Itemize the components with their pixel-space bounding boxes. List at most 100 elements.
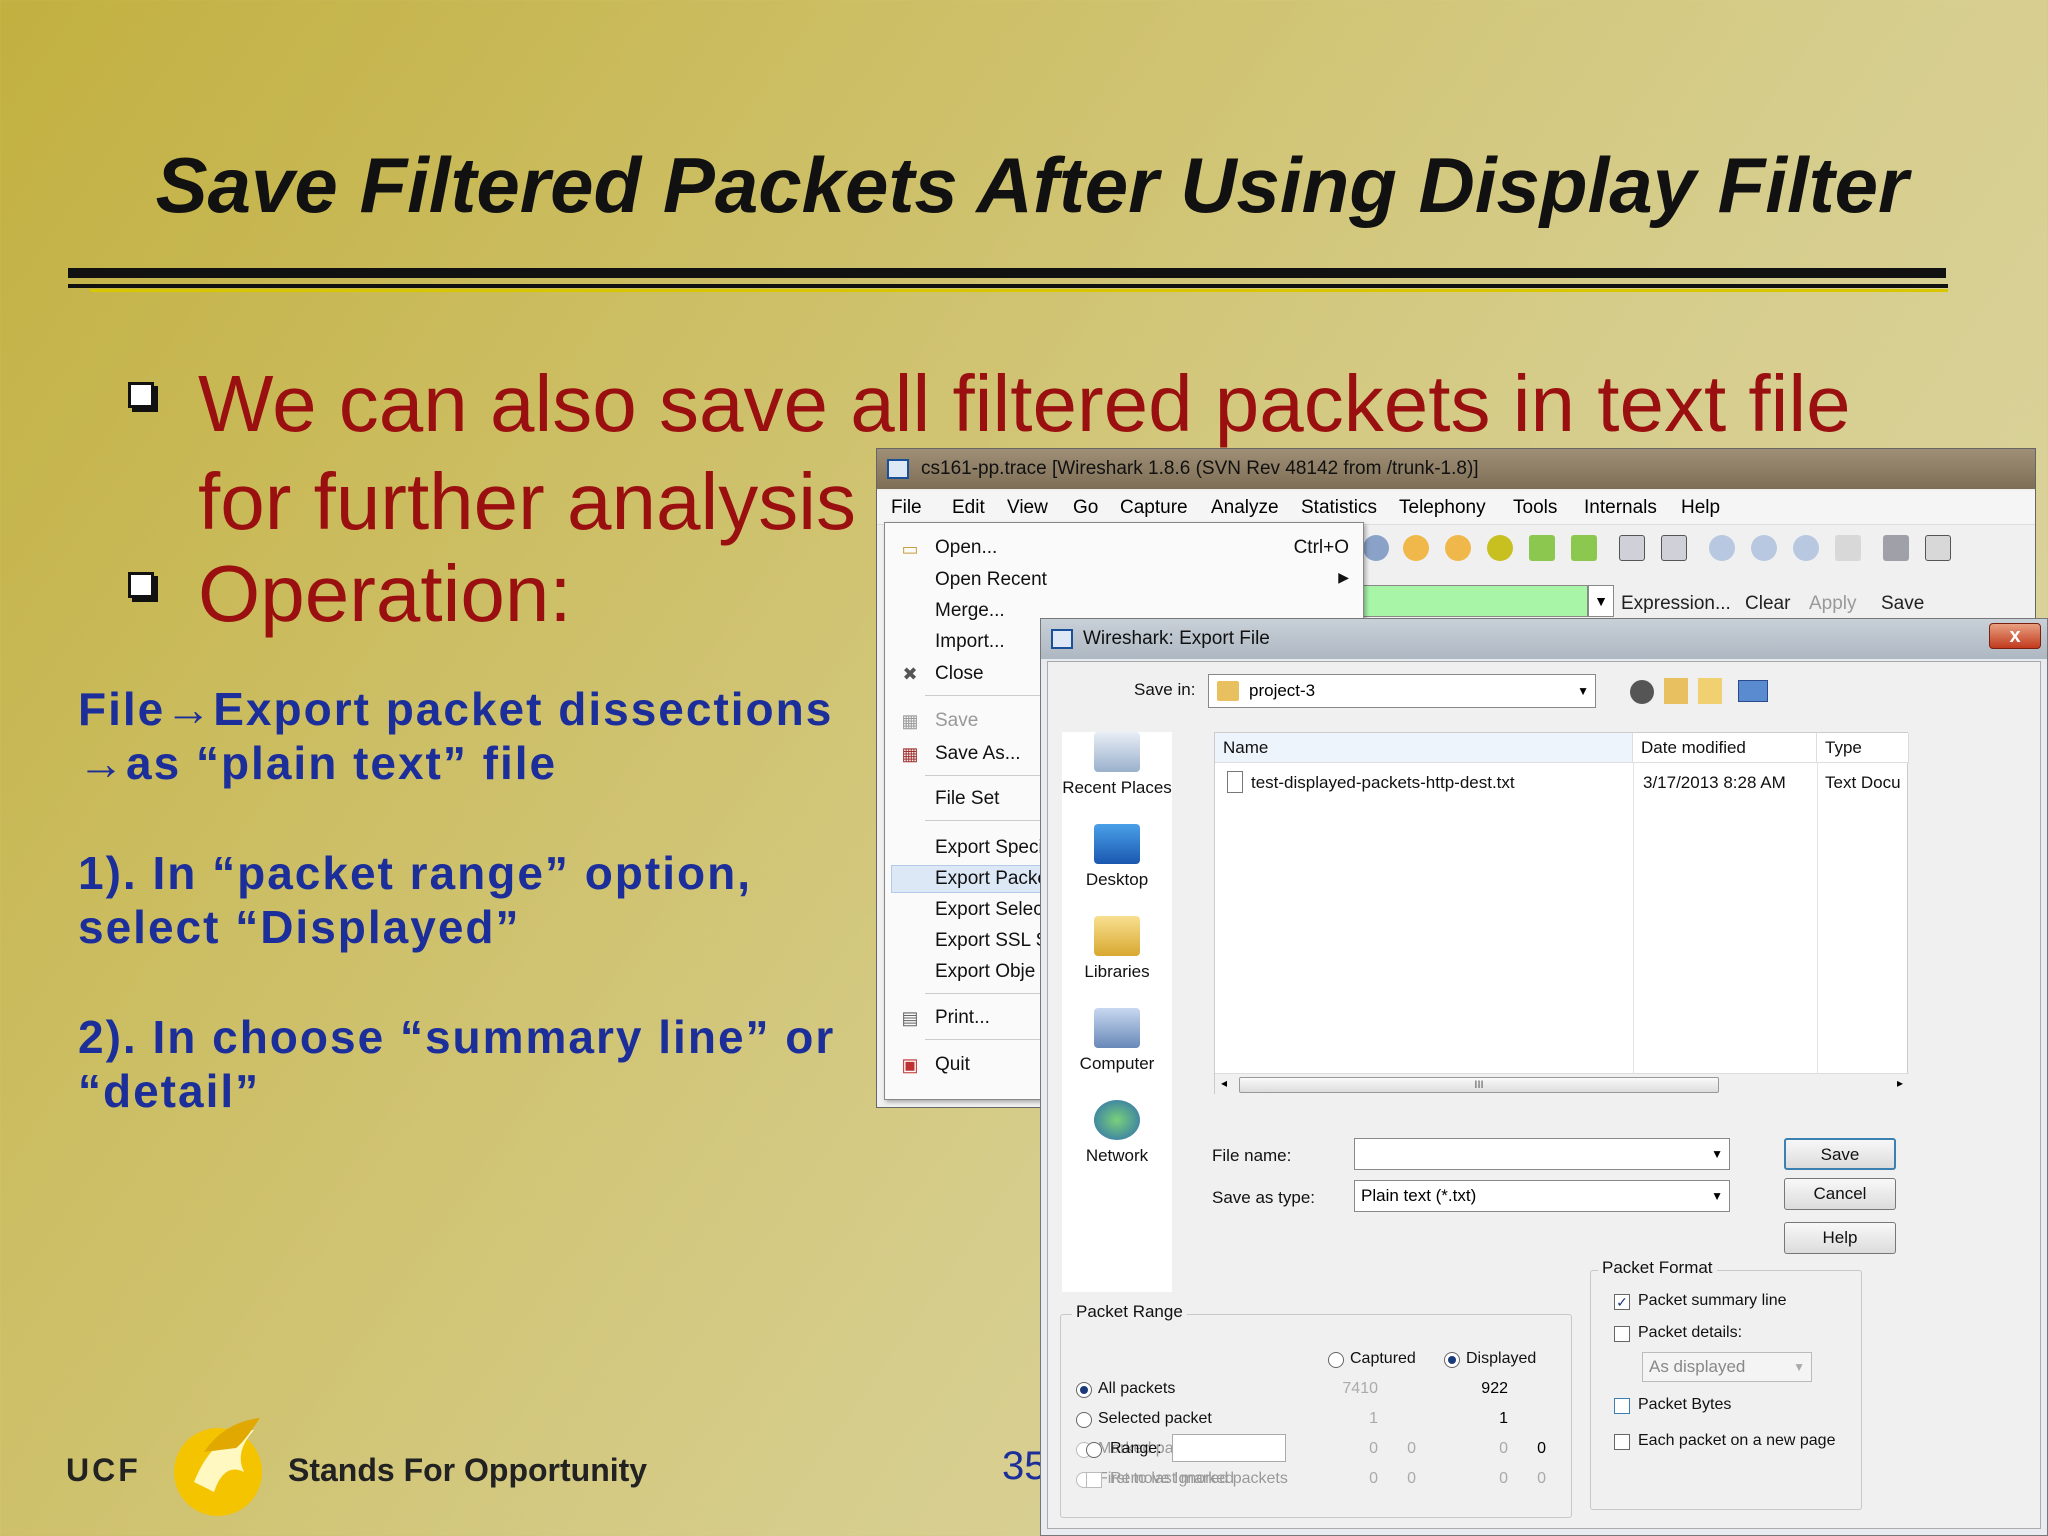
- displayed-count: 0: [1499, 1440, 1508, 1457]
- place-libraries[interactable]: Libraries: [1062, 916, 1172, 982]
- menu-item-close[interactable]: Close: [935, 663, 984, 685]
- range-label: Range:: [1110, 1440, 1162, 1457]
- packet-details-checkbox[interactable]: [1614, 1326, 1630, 1342]
- place-network[interactable]: Network: [1062, 1100, 1172, 1166]
- bullet-1-line-2: for further analysis: [198, 457, 857, 546]
- packet-range-title: Packet Range: [1072, 1302, 1187, 1322]
- packet-format-title: Packet Format: [1598, 1258, 1717, 1278]
- step-text: File→Export packet dissections: [78, 683, 834, 735]
- find-icon[interactable]: [1363, 535, 1389, 561]
- back-icon[interactable]: [1630, 680, 1654, 704]
- chevron-down-icon: ▼: [1577, 684, 1589, 698]
- range-input[interactable]: [1172, 1434, 1286, 1462]
- menu-item-save-as[interactable]: Save As...: [935, 743, 1021, 765]
- packet-details-select[interactable]: As displayed ▼: [1642, 1352, 1812, 1382]
- clear-link[interactable]: Clear: [1745, 593, 1790, 615]
- go-to-icon[interactable]: [1487, 535, 1513, 561]
- scroll-thumb[interactable]: III: [1239, 1077, 1719, 1093]
- packet-bytes-checkbox[interactable]: [1614, 1398, 1630, 1414]
- zoom-normal-icon[interactable]: [1793, 535, 1819, 561]
- displayed-count: 0: [1537, 1470, 1546, 1487]
- close-button[interactable]: x: [1989, 623, 2041, 649]
- forward-icon[interactable]: [1445, 535, 1471, 561]
- up-folder-icon[interactable]: [1664, 678, 1688, 704]
- save-in-select[interactable]: project-3 ▼: [1208, 674, 1596, 708]
- file-row-name[interactable]: test-displayed-packets-http-dest.txt: [1251, 773, 1515, 793]
- menu-capture[interactable]: Capture: [1120, 497, 1188, 519]
- new-folder-icon[interactable]: [1698, 678, 1722, 704]
- menu-item-export-selected[interactable]: Export Selec: [935, 899, 1043, 921]
- menu-item-export-packet-dissections[interactable]: Export Packe: [935, 868, 1048, 890]
- each-packet-new-page-checkbox[interactable]: [1614, 1434, 1630, 1450]
- capture-filters-icon[interactable]: [1883, 535, 1909, 561]
- scroll-left-icon[interactable]: ◂: [1221, 1076, 1227, 1090]
- folder-icon: [1217, 681, 1239, 701]
- range-radio[interactable]: [1086, 1442, 1102, 1458]
- save-as-type-select[interactable]: Plain text (*.txt) ▼: [1354, 1180, 1730, 1212]
- expression-link[interactable]: Expression...: [1621, 593, 1731, 615]
- menu-item-open[interactable]: Open...: [935, 537, 997, 559]
- menu-item-quit[interactable]: Quit: [935, 1054, 970, 1076]
- menu-item-save[interactable]: Save: [935, 710, 978, 732]
- bullet-square-icon: [128, 572, 154, 598]
- display-filters-icon[interactable]: [1925, 535, 1951, 561]
- menu-item-export-ssl[interactable]: Export SSL S: [935, 930, 1048, 952]
- zoom-out-icon[interactable]: [1751, 535, 1777, 561]
- column-header-type[interactable]: Type: [1817, 733, 1909, 763]
- save-filter-link[interactable]: Save: [1881, 593, 1924, 615]
- packet-summary-line-checkbox[interactable]: ✓: [1614, 1294, 1630, 1310]
- menu-go[interactable]: Go: [1073, 497, 1098, 519]
- column-header-name[interactable]: Name: [1215, 733, 1633, 763]
- menu-help[interactable]: Help: [1681, 497, 1720, 519]
- menu-item-export-specified[interactable]: Export Speci: [935, 837, 1043, 859]
- last-packet-icon[interactable]: [1571, 535, 1597, 561]
- menu-telephony[interactable]: Telephony: [1399, 497, 1486, 519]
- place-recent-places[interactable]: Recent Places: [1062, 732, 1172, 798]
- menu-tools[interactable]: Tools: [1513, 497, 1557, 519]
- packet-details-label: Packet details:: [1638, 1324, 1743, 1341]
- remove-ignored-label: Remove Ignored packets: [1110, 1470, 1288, 1487]
- first-packet-icon[interactable]: [1529, 535, 1555, 561]
- back-icon[interactable]: [1403, 535, 1429, 561]
- chevron-down-icon[interactable]: ▼: [1588, 585, 1614, 617]
- chevron-down-icon: ▼: [1711, 1147, 1723, 1161]
- all-packets-radio[interactable]: [1076, 1382, 1092, 1398]
- displayed-radio[interactable]: [1444, 1352, 1460, 1368]
- save-button[interactable]: Save: [1784, 1138, 1896, 1170]
- file-row-type: Text Docu: [1825, 773, 1901, 792]
- menu-item-file-set[interactable]: File Set: [935, 788, 999, 810]
- menu-item-merge[interactable]: Merge...: [935, 600, 1005, 622]
- menu-file[interactable]: File: [891, 497, 922, 519]
- menu-item-open-recent[interactable]: Open Recent: [935, 569, 1047, 591]
- displayed-count: 922: [1481, 1380, 1508, 1397]
- menu-bar: File Edit View Go Capture Analyze Statis…: [877, 491, 2035, 525]
- all-packets-label: All packets: [1098, 1380, 1176, 1397]
- desktop-icon: [1094, 824, 1140, 864]
- column-header-date-modified[interactable]: Date modified: [1633, 733, 1817, 763]
- menu-item-import[interactable]: Import...: [935, 631, 1005, 653]
- file-name-input[interactable]: ▼: [1354, 1138, 1730, 1170]
- menu-item-export-objects[interactable]: Export Obje: [935, 961, 1035, 983]
- menu-view[interactable]: View: [1007, 497, 1048, 519]
- menu-edit[interactable]: Edit: [952, 497, 985, 519]
- horizontal-scrollbar[interactable]: III ◂ ▸: [1215, 1073, 1909, 1095]
- remove-ignored-checkbox[interactable]: [1086, 1472, 1102, 1488]
- menu-statistics[interactable]: Statistics: [1301, 497, 1377, 519]
- autoscroll-icon[interactable]: [1661, 535, 1687, 561]
- cancel-button[interactable]: Cancel: [1784, 1178, 1896, 1210]
- menu-analyze[interactable]: Analyze: [1211, 497, 1279, 519]
- menu-internals[interactable]: Internals: [1584, 497, 1657, 519]
- captured-radio[interactable]: [1328, 1352, 1344, 1368]
- zoom-in-icon[interactable]: [1709, 535, 1735, 561]
- colorize-icon[interactable]: [1619, 535, 1645, 561]
- menu-item-print[interactable]: Print...: [935, 1007, 990, 1029]
- help-button[interactable]: Help: [1784, 1222, 1896, 1254]
- selected-packet-radio[interactable]: [1076, 1412, 1092, 1428]
- view-menu-icon[interactable]: [1738, 680, 1768, 702]
- resize-columns-icon[interactable]: [1835, 535, 1861, 561]
- display-filter-input[interactable]: [1363, 585, 1588, 617]
- place-computer[interactable]: Computer: [1062, 1008, 1172, 1074]
- scroll-right-icon[interactable]: ▸: [1897, 1076, 1903, 1090]
- apply-link[interactable]: Apply: [1809, 593, 1857, 615]
- place-desktop[interactable]: Desktop: [1062, 824, 1172, 890]
